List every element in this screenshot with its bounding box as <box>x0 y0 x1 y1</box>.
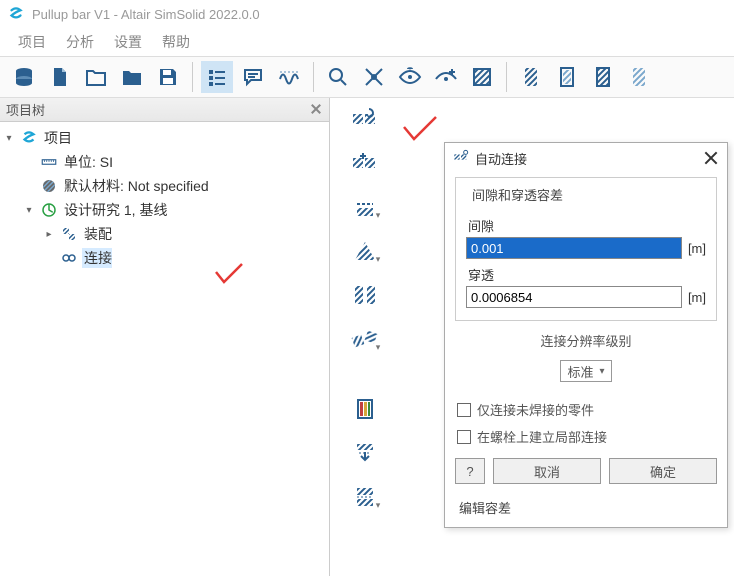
list-view-icon[interactable] <box>201 61 233 93</box>
isolate-icon[interactable] <box>358 61 390 93</box>
dialog-icon <box>453 149 469 168</box>
checkbox-icon[interactable] <box>457 403 471 417</box>
tree-connection[interactable]: 连接 <box>2 246 327 270</box>
vtool-connect-icon[interactable] <box>348 148 382 178</box>
material-icon <box>39 176 59 196</box>
ok-button[interactable]: 确定 <box>609 458 717 484</box>
checkbox-bolt-local[interactable]: 在螺栓上建立局部连接 <box>445 423 727 450</box>
project-tree[interactable]: ▾ 项目 单位: SI 默认材料: Not specified ▾ 设计研究 1… <box>0 122 329 274</box>
stripe-c-icon[interactable] <box>587 61 619 93</box>
menubar: 项目 分析 设置 帮助 <box>0 28 734 56</box>
vtool-angle-icon[interactable]: ▾ <box>348 236 382 266</box>
toolbar-separator <box>313 62 314 92</box>
save-icon[interactable] <box>152 61 184 93</box>
tolerance-group: 间隙和穿透容差 间隙 [m] 穿透 [m] <box>455 177 717 321</box>
top-toolbar <box>0 56 734 98</box>
chevron-down-icon: ▾ <box>599 366 604 377</box>
dialog-title: 自动连接 <box>475 149 527 168</box>
auto-connect-dialog: 自动连接 间隙和穿透容差 间隙 [m] 穿透 [m] 连接分辨率级别 标准 ▾ … <box>444 142 728 528</box>
dialog-titlebar[interactable]: 自动连接 <box>445 143 727 173</box>
tree-units[interactable]: 单位: SI <box>2 150 327 174</box>
vertical-toolbar: ▾ ▾ ▾ ▾ <box>348 104 382 512</box>
tree-root[interactable]: ▾ 项目 <box>2 126 327 150</box>
open-folder-icon[interactable] <box>80 61 112 93</box>
connection-icon <box>59 248 79 268</box>
tree-study[interactable]: ▾ 设计研究 1, 基线 <box>2 198 327 222</box>
gap-label: 间隙 <box>468 216 704 235</box>
s-logo-icon <box>19 128 39 148</box>
toolbar-separator <box>506 62 507 92</box>
checkbox-icon[interactable] <box>457 430 471 444</box>
checkbox-unwelded[interactable]: 仅连接未焊接的零件 <box>445 396 727 423</box>
eye-icon[interactable] <box>394 61 426 93</box>
vtool-top-icon[interactable]: ▾ <box>348 192 382 222</box>
cancel-button[interactable]: 取消 <box>493 458 601 484</box>
stripe-d-icon[interactable] <box>623 61 655 93</box>
stripe-b-icon[interactable] <box>551 61 583 93</box>
gap-input[interactable] <box>466 237 682 259</box>
toolbar-separator <box>192 62 193 92</box>
vtool-joint-icon[interactable]: ▾ <box>348 324 382 354</box>
db-icon[interactable] <box>8 61 40 93</box>
comment-icon[interactable] <box>237 61 269 93</box>
group-title: 间隙和穿透容差 <box>468 185 567 204</box>
penetration-label: 穿透 <box>468 265 704 284</box>
dialog-close-icon[interactable] <box>703 150 719 166</box>
project-tree-pane: 项目树 ▾ 项目 单位: SI 默认材料: Not specified ▾ <box>0 98 330 576</box>
tree-material[interactable]: 默认材料: Not specified <box>2 174 327 198</box>
pane-title: 项目树 <box>6 100 45 119</box>
resolution-label: 连接分辨率级别 <box>445 331 727 350</box>
stripe-a-icon[interactable] <box>515 61 547 93</box>
help-button[interactable]: ? <box>455 458 485 484</box>
vtool-auto-connect-icon[interactable] <box>348 104 382 134</box>
vtool-result-a-icon[interactable] <box>348 394 382 424</box>
unit-label: [m] <box>688 290 706 305</box>
vtool-halves-icon[interactable]: ▾ <box>348 482 382 512</box>
app-logo-icon <box>6 4 26 24</box>
eye-plus-icon[interactable] <box>430 61 462 93</box>
assembly-icon <box>59 224 79 244</box>
wave-icon[interactable] <box>273 61 305 93</box>
study-icon <box>39 200 59 220</box>
pane-close-icon[interactable] <box>309 103 323 117</box>
menu-help[interactable]: 帮助 <box>152 28 200 56</box>
ruler-icon <box>39 152 59 172</box>
resolution-select[interactable]: 标准 ▾ <box>560 360 611 382</box>
unit-label: [m] <box>688 241 706 256</box>
menu-settings[interactable]: 设置 <box>104 28 152 56</box>
edit-tolerance-link[interactable]: 编辑容差 <box>445 492 727 527</box>
tree-assembly[interactable]: ▸ 装配 <box>2 222 327 246</box>
vtool-expand-down-icon[interactable] <box>348 438 382 468</box>
vtool-gap-icon[interactable] <box>348 280 382 310</box>
app-title: Pullup bar V1 - Altair SimSolid 2022.0.0 <box>32 7 260 22</box>
new-file-icon[interactable] <box>44 61 76 93</box>
zoom-icon[interactable] <box>322 61 354 93</box>
folder-icon[interactable] <box>116 61 148 93</box>
penetration-input[interactable] <box>466 286 682 308</box>
pane-header: 项目树 <box>0 98 329 122</box>
titlebar: Pullup bar V1 - Altair SimSolid 2022.0.0 <box>0 0 734 28</box>
menu-project[interactable]: 项目 <box>8 28 56 56</box>
menu-analysis[interactable]: 分析 <box>56 28 104 56</box>
hatched-box-icon[interactable] <box>466 61 498 93</box>
